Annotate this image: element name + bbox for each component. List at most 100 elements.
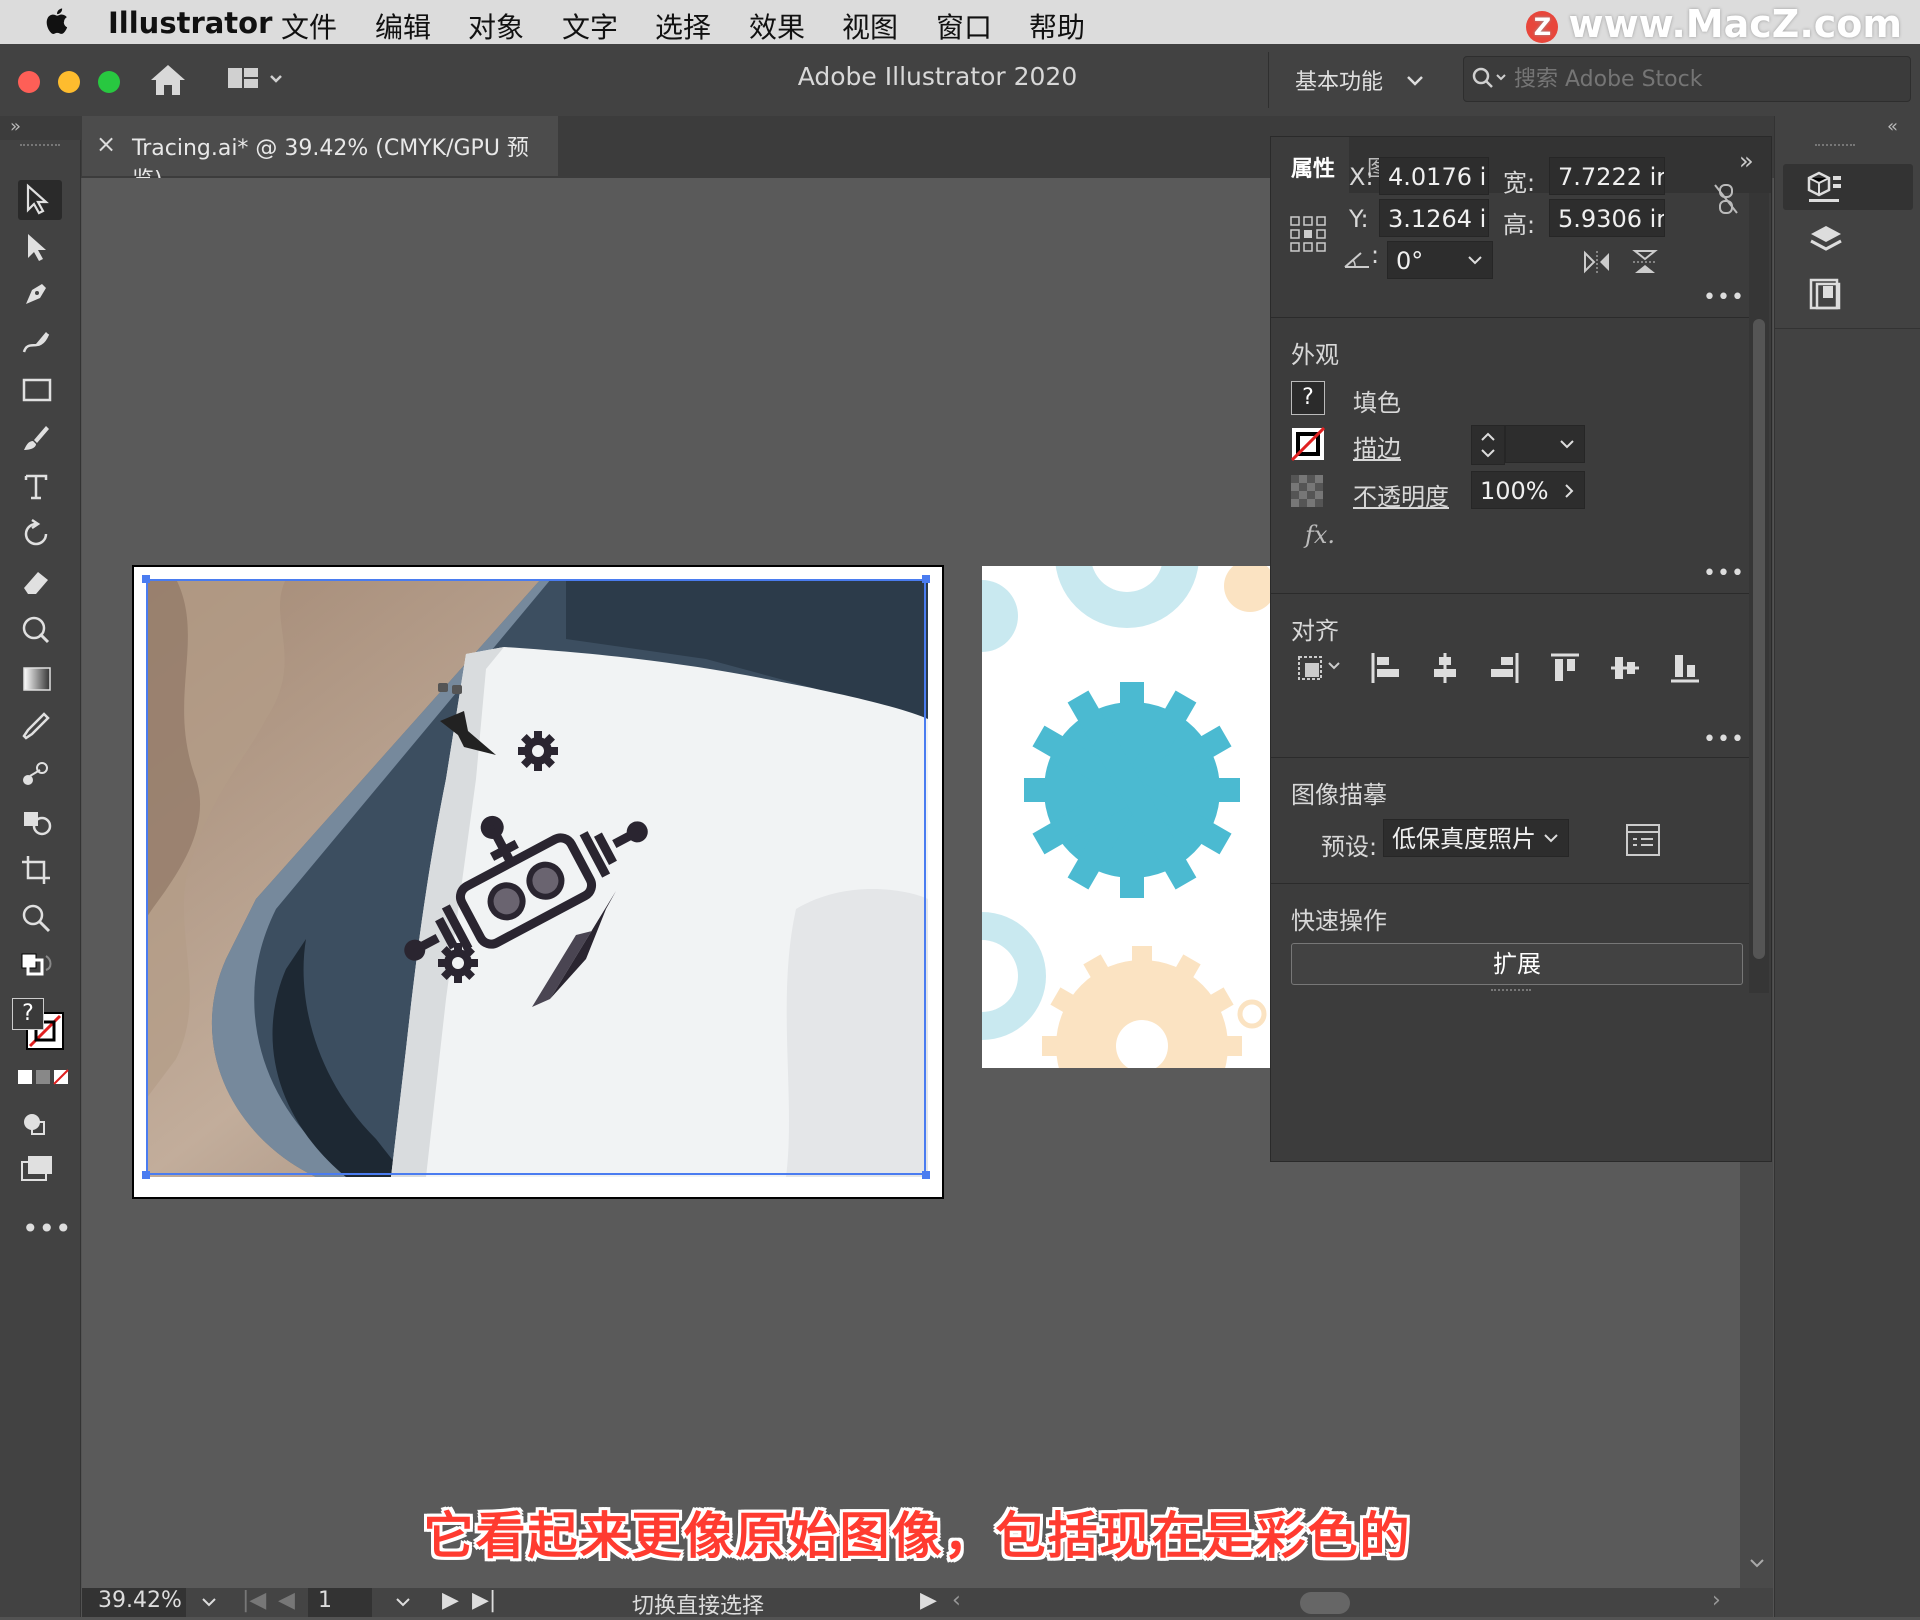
reference-point-icon[interactable]: [1289, 215, 1327, 253]
workspace-switcher[interactable]: 基本功能: [1295, 64, 1426, 96]
align-left-icon[interactable]: [1369, 651, 1401, 685]
previous-artboard-icon[interactable]: ◀: [278, 1588, 295, 1613]
menu-select[interactable]: 选择: [655, 6, 711, 46]
more-align-options-icon[interactable]: •••: [1703, 727, 1745, 752]
pen-tool-icon[interactable]: [18, 276, 62, 316]
chevron-down-icon[interactable]: [394, 1596, 412, 1610]
chevron-down-icon[interactable]: [1542, 832, 1560, 846]
selection-tool-icon[interactable]: [18, 180, 62, 220]
apple-logo-icon[interactable]: [42, 6, 70, 36]
menu-object[interactable]: 对象: [468, 6, 524, 46]
more-tools-icon[interactable]: •••: [22, 1212, 72, 1245]
search-input[interactable]: [1512, 63, 1896, 95]
chevron-right-icon[interactable]: [1562, 482, 1576, 500]
menu-effect[interactable]: 效果: [749, 6, 805, 46]
constrain-proportions-icon[interactable]: [1711, 181, 1741, 217]
fill-swatch[interactable]: ?: [1291, 381, 1325, 415]
image-trace-panel-icon[interactable]: [1625, 823, 1661, 857]
opacity-field[interactable]: 100%: [1471, 471, 1585, 509]
horizontal-scroll-thumb[interactable]: [1300, 1592, 1350, 1614]
panel-scrollbar-thumb[interactable]: [1753, 319, 1765, 959]
menu-type[interactable]: 文字: [562, 6, 618, 46]
layers-icon[interactable]: [1807, 222, 1845, 260]
panel-resize-grip[interactable]: [1491, 989, 1531, 997]
selection-handle[interactable]: [922, 575, 930, 583]
chevron-down-icon[interactable]: [1466, 254, 1484, 268]
rotate-field[interactable]: 0°: [1387, 241, 1493, 279]
direct-selection-tool-icon[interactable]: [18, 228, 62, 268]
document-tab[interactable]: × Tracing.ai* @ 39.42% (CMYK/GPU 预览): [82, 116, 558, 193]
expand-toolbar-icon[interactable]: »: [10, 116, 21, 137]
fx-icon[interactable]: fx.: [1305, 521, 1335, 549]
menu-file[interactable]: 文件: [281, 6, 337, 46]
width-field[interactable]: 7.7222 ir: [1549, 157, 1665, 195]
selection-bounding-box[interactable]: [146, 579, 926, 1175]
selection-handle[interactable]: [142, 1171, 150, 1179]
artboard-number-field[interactable]: 1: [308, 1588, 372, 1617]
align-bottom-icon[interactable]: [1669, 651, 1701, 685]
gradient-tool-icon[interactable]: [18, 660, 62, 700]
more-appearance-options-icon[interactable]: •••: [1703, 561, 1745, 586]
tab-properties[interactable]: 属性: [1291, 151, 1335, 183]
selection-handle[interactable]: [922, 1171, 930, 1179]
stroke-label[interactable]: 描边: [1353, 429, 1401, 464]
x-position-field[interactable]: 4.0176 i: [1379, 157, 1489, 195]
menu-help[interactable]: 帮助: [1029, 6, 1085, 46]
flip-horizontal-icon[interactable]: [1581, 247, 1613, 277]
adobe-stock-search[interactable]: [1463, 56, 1911, 102]
paintbrush-tool-icon[interactable]: [18, 420, 62, 460]
panel-collapse-icon[interactable]: »: [1739, 147, 1754, 175]
dock-properties-button[interactable]: [1783, 164, 1913, 210]
next-artboard-icon[interactable]: ▶: [442, 1588, 459, 1613]
default-fill-stroke-icon[interactable]: [18, 950, 62, 990]
flip-vertical-icon[interactable]: [1629, 247, 1661, 277]
align-top-icon[interactable]: [1549, 651, 1581, 685]
opacity-icon[interactable]: [1291, 475, 1323, 507]
panel-grip[interactable]: [1815, 144, 1855, 154]
rectangle-tool-icon[interactable]: [18, 372, 62, 412]
scroll-right-icon[interactable]: ›: [1712, 1588, 1721, 1613]
zoom-level-field[interactable]: 39.42%: [82, 1588, 186, 1617]
align-horizontal-center-icon[interactable]: [1429, 651, 1461, 685]
rotate-tool-icon[interactable]: [18, 516, 62, 556]
trace-preset-dropdown[interactable]: 低保真度照片: [1383, 819, 1569, 857]
panel-scrollbar[interactable]: [1749, 193, 1769, 993]
opacity-label[interactable]: 不透明度: [1353, 477, 1449, 512]
y-position-field[interactable]: 3.1264 i: [1379, 199, 1489, 237]
libraries-icon[interactable]: [1807, 276, 1845, 314]
more-transform-options-icon[interactable]: •••: [1703, 285, 1745, 310]
blend-tool-icon[interactable]: [18, 756, 62, 796]
eraser-tool-icon[interactable]: [18, 564, 62, 604]
scroll-left-icon[interactable]: ‹: [952, 1588, 961, 1613]
menu-edit[interactable]: 编辑: [375, 6, 431, 46]
stroke-weight-stepper[interactable]: [1471, 425, 1505, 465]
align-to-selection-icon[interactable]: [1295, 649, 1343, 685]
fill-swatch-unknown[interactable]: ?: [12, 998, 44, 1030]
chevron-down-icon[interactable]: [1558, 438, 1576, 452]
collapse-dock-icon[interactable]: «: [1887, 116, 1898, 137]
puppet-warp-tool-icon[interactable]: [18, 612, 62, 652]
type-tool-icon[interactable]: [18, 468, 62, 508]
artboard-gears[interactable]: [982, 566, 1272, 1068]
draw-mode-icon[interactable]: [18, 1108, 62, 1148]
last-artboard-icon[interactable]: ▶|: [472, 1588, 496, 1613]
close-tab-icon[interactable]: ×: [96, 130, 116, 158]
artboard-tool-icon[interactable]: [18, 852, 62, 892]
menu-window[interactable]: 窗口: [936, 6, 992, 46]
color-mode-icons[interactable]: [18, 1068, 69, 1108]
menu-view[interactable]: 视图: [842, 6, 898, 46]
stroke-swatch[interactable]: [1291, 427, 1325, 461]
status-menu-icon[interactable]: ▶: [920, 1588, 937, 1613]
height-field[interactable]: 5.9306 ir: [1549, 199, 1665, 237]
panel-grip[interactable]: [20, 144, 60, 156]
selection-handle[interactable]: [142, 575, 150, 583]
zoom-tool-icon[interactable]: [18, 900, 62, 940]
gears-illustration[interactable]: [982, 566, 1272, 1068]
align-vertical-center-icon[interactable]: [1609, 651, 1641, 685]
eyedropper-tool-icon[interactable]: [18, 708, 62, 748]
curvature-tool-icon[interactable]: [18, 324, 62, 364]
fill-stroke-swatches[interactable]: ?: [12, 998, 70, 1056]
shape-builder-tool-icon[interactable]: [18, 804, 62, 844]
screen-mode-icon[interactable]: [18, 1152, 62, 1192]
align-right-icon[interactable]: [1489, 651, 1521, 685]
